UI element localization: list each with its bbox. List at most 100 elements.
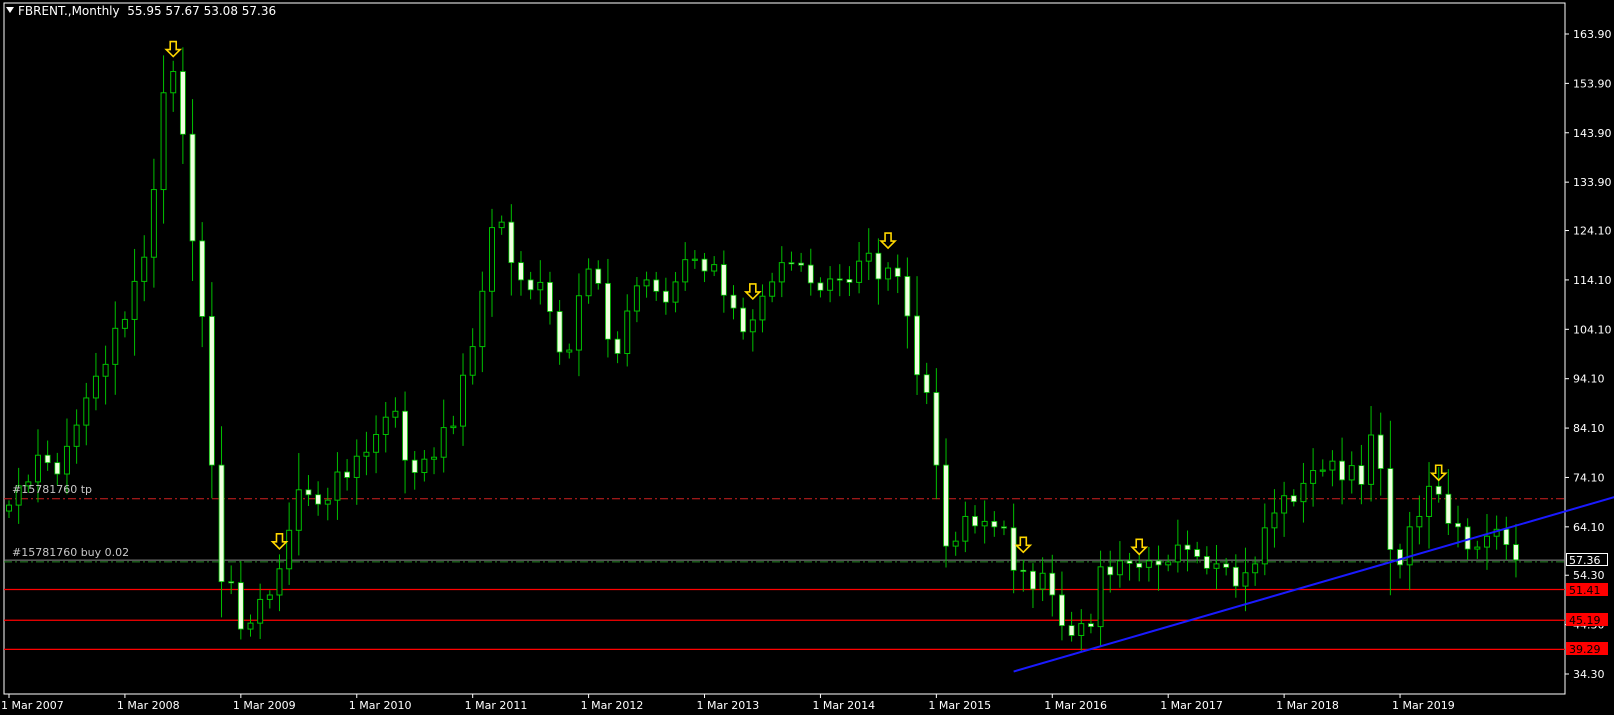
candle-bear [1290,495,1297,503]
candle-bear [208,316,215,466]
candle-bull [440,427,447,458]
candle-bear [943,464,949,547]
candle-bear [836,278,843,281]
candle-bull [479,290,486,348]
candle-bull [1271,512,1278,529]
candle-bear [527,279,534,291]
candle-bear [1435,485,1442,495]
candle-bear [1387,468,1394,550]
candle-bull [585,268,592,297]
candle-bull [1252,563,1259,574]
candle-bull [102,363,109,377]
candle-bull [865,252,872,262]
candle-bull [431,456,438,460]
candle-bear [305,489,312,496]
candle-bull [1145,560,1152,568]
trendline-layer [1013,496,1614,673]
down-arrow-icon [270,533,289,550]
y-tick-label: 124.10 [1573,225,1612,238]
candle-bear [218,464,225,583]
candle-bear [1049,572,1056,596]
candle-bull [121,318,128,329]
candle-bear [875,252,882,280]
dropdown-triangle-icon[interactable] [6,7,14,13]
candle-bull [1039,572,1046,590]
candle-bear [54,462,61,475]
candle-bull [257,598,264,624]
candle-bull [34,454,41,483]
candle-bull [141,256,148,282]
x-tick-label: 1 Mar 2018 [1276,699,1339,712]
candle-bear [1339,460,1345,481]
candle-bear [1136,562,1143,568]
candle-bear [237,582,244,630]
support-tag-1: 51.41 [1566,582,1608,597]
candle-bear [614,338,621,354]
candle-bear [662,290,669,303]
candle-bull [537,281,544,291]
candle-bull [63,445,70,475]
candle-bear [1194,549,1201,557]
candle-bull [749,319,756,333]
candle-bull [672,281,679,303]
x-tick-label: 1 Mar 2008 [117,699,180,712]
down-arrow-icon [164,40,183,58]
x-tick-label: 1 Mar 2007 [1,699,64,712]
candle-bull [1348,465,1355,481]
support-tag-2: 45.19 [1566,613,1608,627]
x-tick-label: 1 Mar 2014 [812,699,875,712]
candle-bear [508,221,515,264]
candle-bull [1261,527,1268,565]
candle-bear [1358,465,1365,485]
candle-bull [247,622,254,630]
candle-bear [605,282,611,340]
candle-bull [885,267,892,280]
ohlc-readout: 55.95 57.67 53.08 57.36 [127,4,277,18]
candle-bull [1078,623,1085,636]
x-tick-label: 1 Mar 2009 [233,699,296,712]
candle-bear [701,258,708,272]
candle-bull [981,520,988,527]
candle-bull [73,424,80,447]
candle-bull [1174,544,1181,563]
candle-bear [1030,570,1036,590]
candle-bear [1232,566,1239,587]
candle-bull [1310,470,1317,484]
candle-bull [1213,563,1220,569]
candle-bull [1368,434,1375,485]
candle-bull [498,221,505,229]
candle-bull [489,227,495,292]
candle-bull [295,489,302,531]
candle-bull [353,455,360,478]
candle-bear [1464,526,1471,550]
tp-order-label: #15781760 tp [12,482,92,496]
candle-bear [923,374,930,393]
candle-bear [344,471,351,478]
candle-bull [711,264,718,272]
down-arrow-icon [879,232,897,250]
candle-bull [469,346,476,376]
y-tick-label: 34.30 [1573,668,1605,681]
y-tick-label: 133.90 [1573,176,1612,189]
candle-bull [643,279,650,287]
candle-bear [914,315,920,376]
candle-bear [740,307,747,333]
chart-canvas[interactable]: 163.90 153.90 143.90 133.90 124.10 114.10 104.… [0,0,1614,715]
candle-bull [112,327,119,365]
candle-bear [228,581,235,584]
candle-bull [1426,485,1433,517]
candle-bear [199,240,206,317]
candle-bull [286,529,293,570]
candle-bull [92,375,99,399]
candle-bull [382,416,389,435]
candle-bear [1020,569,1027,572]
time-axis: 1 Mar 2007 1 Mar 2008 1 Mar 2009 1 Mar 2010… [1,694,1455,712]
candle-bear [315,494,322,505]
candle-bull [962,515,969,542]
candle-bear [1455,522,1461,528]
candle-bear [411,459,418,473]
y-tick-label: 143.90 [1573,127,1612,140]
candle-bull [450,425,457,429]
y-tick-label: 64.10 [1573,521,1605,534]
candle-bear [1445,493,1452,524]
